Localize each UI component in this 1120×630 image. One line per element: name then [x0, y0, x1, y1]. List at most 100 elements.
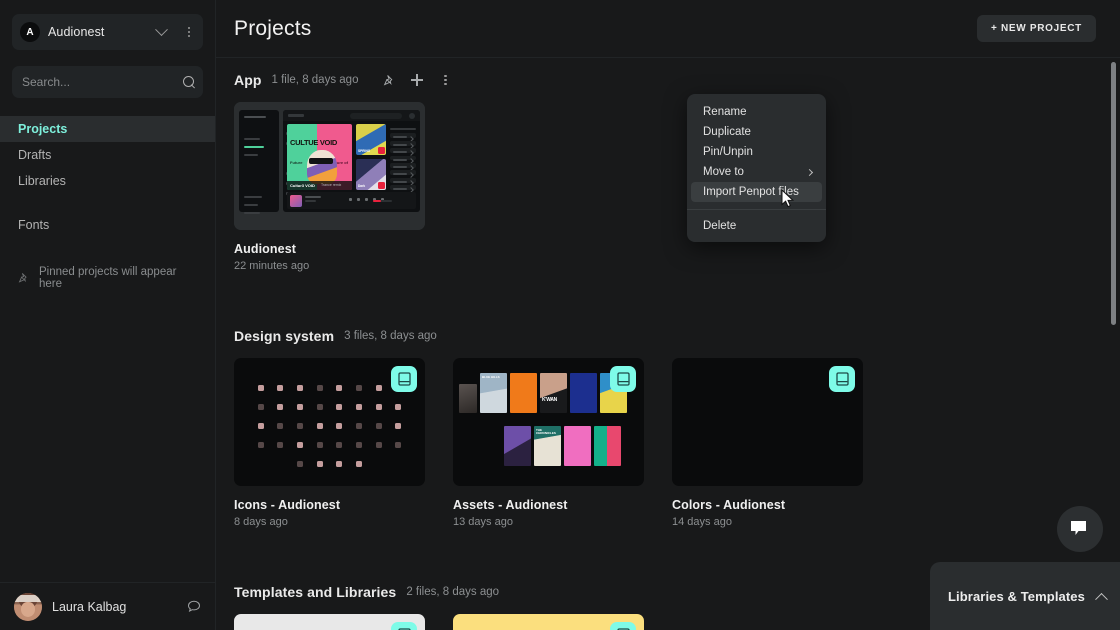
sidebar-item-projects[interactable]: Projects — [0, 116, 215, 142]
sidebar-item-fonts[interactable]: Fonts — [0, 212, 215, 238]
chevron-down-icon[interactable] — [151, 22, 171, 42]
context-menu-label: Duplicate — [703, 126, 751, 138]
sidebar-user-bar: Laura Kalbag — [0, 582, 215, 630]
project-context-menu: Rename Duplicate Pin/Unpin Move to Impor… — [687, 94, 826, 242]
file-card[interactable]: Icons - Audionest 8 days ago — [234, 358, 425, 528]
project-section-app: App 1 file, 8 days ago CULTUE VOID Futur… — [216, 58, 1120, 272]
file-modified: 14 days ago — [672, 516, 732, 528]
file-modified: 13 days ago — [453, 516, 513, 528]
libraries-templates-title: Libraries & Templates — [948, 588, 1085, 604]
library-badge — [391, 366, 417, 392]
sidebar-item-libraries[interactable]: Libraries — [0, 168, 215, 194]
user-name: Laura Kalbag — [52, 599, 127, 614]
context-menu-label: Delete — [703, 220, 737, 232]
workspace-selector-wrap: A Audionest — [0, 0, 215, 50]
context-menu-item-delete[interactable]: Delete — [691, 216, 822, 236]
section-meta: 1 file, 8 days ago — [271, 74, 359, 86]
library-badge — [610, 622, 636, 630]
file-thumbnail — [672, 358, 863, 486]
section-actions — [376, 67, 458, 93]
context-menu-item-pin-unpin[interactable]: Pin/Unpin — [691, 142, 822, 162]
sidebar-item-label: Libraries — [18, 174, 66, 188]
section-meta: 3 files, 8 days ago — [344, 330, 437, 342]
pin-project-icon[interactable] — [376, 67, 402, 93]
page-title: Projects — [234, 16, 312, 40]
workspace-selector[interactable]: A Audionest — [12, 14, 203, 50]
help-chat-button[interactable] — [1057, 506, 1103, 552]
workspace-name: Audionest — [48, 25, 105, 39]
sidebar-item-drafts[interactable]: Drafts — [0, 142, 215, 168]
search-input[interactable] — [22, 75, 177, 89]
sidebar-item-label: Fonts — [18, 218, 50, 232]
main-content: Projects + NEW PROJECT App 1 file, 8 day… — [216, 0, 1120, 630]
context-menu-item-duplicate[interactable]: Duplicate — [691, 122, 822, 142]
library-book-icon — [616, 372, 630, 386]
sidebar-nav: Projects Drafts Libraries Fonts — [0, 116, 215, 238]
file-card[interactable] — [234, 614, 425, 630]
workspace-avatar: A — [20, 22, 40, 42]
library-badge — [610, 366, 636, 392]
pinned-hint-label: Pinned projects will appear here — [39, 266, 177, 290]
file-modified: 8 days ago — [234, 516, 288, 528]
pinned-projects-hint: Pinned projects will appear here — [0, 266, 215, 290]
section-title: App — [234, 72, 262, 88]
section-header: Design system 3 files, 8 days ago — [234, 314, 1096, 358]
file-card[interactable] — [453, 614, 644, 630]
search-wrap — [0, 50, 215, 98]
workspace-options-icon[interactable] — [179, 22, 199, 42]
library-badge — [829, 366, 855, 392]
search-box[interactable] — [12, 66, 203, 98]
page-header: Projects + NEW PROJECT — [216, 0, 1120, 58]
sidebar-item-label: Drafts — [18, 148, 52, 162]
file-name: Icons - Audionest — [234, 498, 341, 512]
thumbnail-icon-grid — [251, 378, 408, 467]
context-menu-label: Pin/Unpin — [703, 146, 753, 158]
search-icon[interactable] — [183, 75, 196, 89]
libraries-templates-panel[interactable]: Libraries & Templates — [930, 562, 1120, 630]
comments-icon[interactable] — [187, 600, 201, 613]
file-thumbnail — [453, 614, 644, 630]
file-thumbnail: BLUE HILLS K'WAN THE CHRONICLES — [453, 358, 644, 486]
file-card[interactable]: CULTUE VOID Future Culture of Cultur3 VO… — [234, 102, 425, 272]
context-menu-label: Move to — [703, 166, 744, 178]
thumbnail-music-app-mock: CULTUE VOID Future Culture of Cultur3 VO… — [234, 102, 425, 230]
file-name: Assets - Audionest — [453, 498, 568, 512]
file-modified: 22 minutes ago — [234, 260, 310, 272]
context-menu-item-rename[interactable]: Rename — [691, 102, 822, 122]
file-name: Audionest — [234, 242, 297, 256]
section-header: App 1 file, 8 days ago — [234, 58, 1096, 102]
vertical-scrollbar[interactable] — [1111, 62, 1116, 325]
file-card-list: Icons - Audionest 8 days ago BLUE HILLS … — [234, 358, 1096, 528]
projects-scroll-area[interactable]: App 1 file, 8 days ago CULTUE VOID Futur… — [216, 58, 1120, 630]
context-menu-separator — [687, 209, 826, 210]
pin-glyph — [383, 74, 393, 86]
file-card[interactable]: Colors - Audionest 14 days ago — [672, 358, 863, 528]
penpot-dashboard: A Audionest Projects Drafts Libraries Fo… — [0, 0, 1120, 630]
chevron-right-icon — [805, 168, 814, 176]
sidebar: A Audionest Projects Drafts Libraries Fo… — [0, 0, 216, 630]
nav-divider-gap — [0, 194, 215, 212]
file-thumbnail: CULTUE VOID Future Culture of Cultur3 VO… — [234, 102, 425, 230]
context-menu-item-move-to[interactable]: Move to — [691, 162, 822, 182]
library-book-icon — [397, 372, 411, 386]
chevron-up-icon[interactable] — [1095, 592, 1108, 606]
add-file-icon[interactable] — [404, 67, 430, 93]
pin-icon — [18, 273, 27, 283]
file-card-list: CULTUE VOID Future Culture of Cultur3 VO… — [234, 102, 1096, 272]
avatar[interactable] — [14, 592, 42, 621]
context-menu-item-import-penpot-files[interactable]: Import Penpot files — [691, 182, 822, 202]
library-book-icon — [835, 372, 849, 386]
project-section-design-system: Design system 3 files, 8 days ago Icons … — [216, 314, 1120, 528]
context-menu-label: Import Penpot files — [703, 186, 799, 198]
file-card[interactable]: BLUE HILLS K'WAN THE CHRONICLES Assets -… — [453, 358, 644, 528]
context-menu-label: Rename — [703, 106, 747, 118]
section-title: Templates and Libraries — [234, 584, 397, 600]
project-options-icon[interactable] — [432, 67, 458, 93]
file-thumbnail — [234, 614, 425, 630]
section-meta: 2 files, 8 days ago — [406, 586, 500, 598]
new-project-button[interactable]: + NEW PROJECT — [976, 15, 1096, 42]
section-title: Design system — [234, 328, 335, 344]
library-badge — [391, 622, 417, 630]
file-name: Colors - Audionest — [672, 498, 786, 512]
chat-bubble-icon — [1071, 521, 1086, 535]
